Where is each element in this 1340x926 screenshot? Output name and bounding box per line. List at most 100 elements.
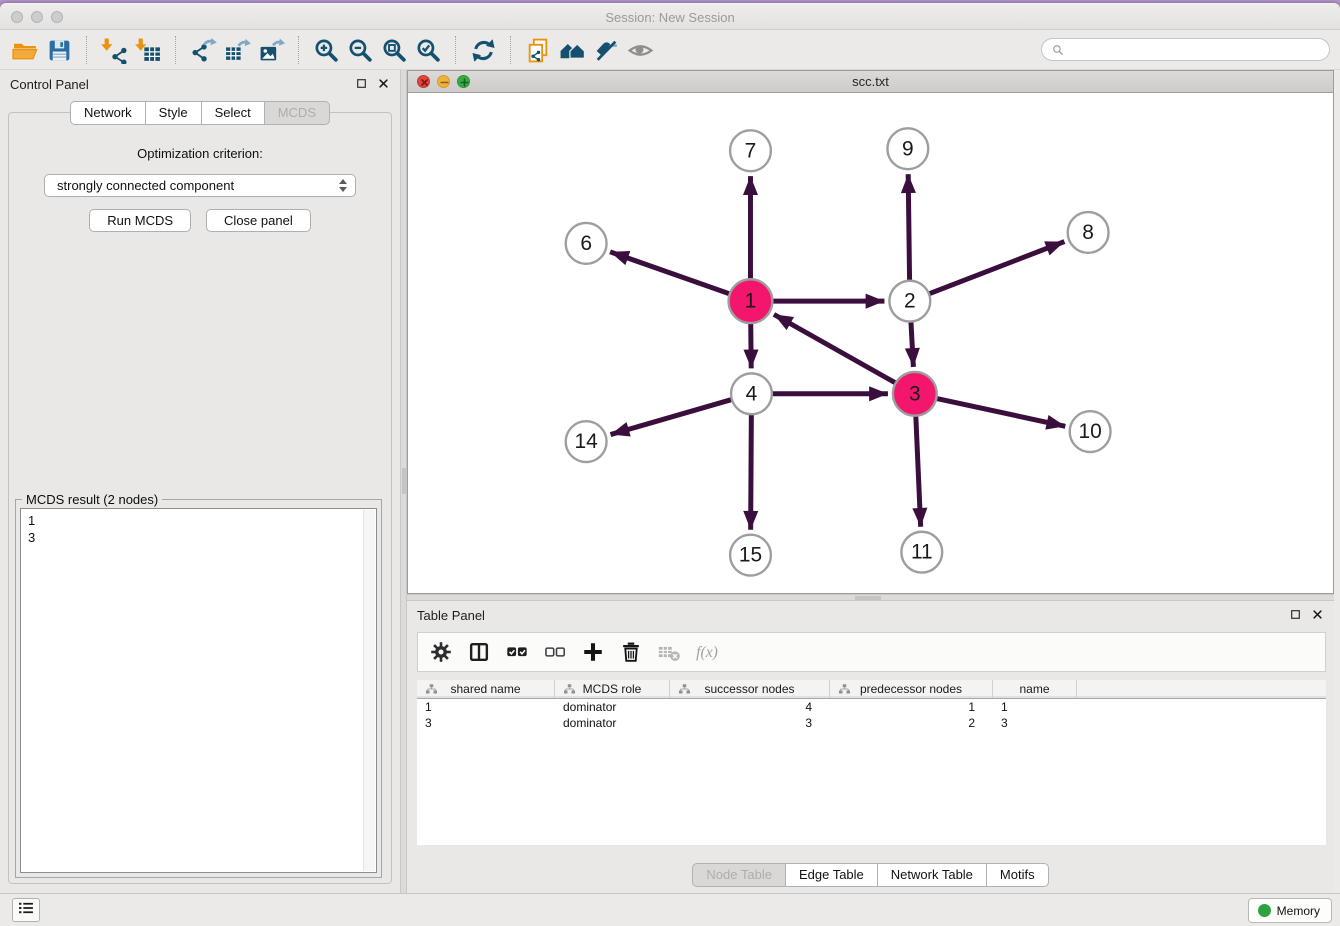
task-history-button[interactable] xyxy=(12,898,40,922)
network-canvas[interactable]: 7 9 6 8 1 2 4 3 14 10 15 11 xyxy=(408,93,1333,593)
clone-network-button[interactable] xyxy=(521,34,555,66)
tab-network-table[interactable]: Network Table xyxy=(877,863,987,887)
cell-predecessor-nodes[interactable]: 1 xyxy=(830,700,993,714)
show-graphics-details-button[interactable] xyxy=(623,34,657,66)
tab-node-table[interactable]: Node Table xyxy=(692,863,786,887)
graph-node-14[interactable]: 14 xyxy=(566,421,607,462)
graph-edge-2-8[interactable] xyxy=(910,242,1065,302)
column-header-name[interactable]: name xyxy=(993,680,1077,698)
tab-network[interactable]: Network xyxy=(70,101,146,125)
zoom-out-button[interactable] xyxy=(343,34,377,66)
cell-successor-nodes[interactable]: 3 xyxy=(670,716,830,730)
close-panel-button[interactable]: Close panel xyxy=(206,209,311,232)
import-table-button[interactable] xyxy=(131,34,165,66)
cell-shared-name[interactable]: 1 xyxy=(417,700,555,714)
graph-node-15[interactable]: 15 xyxy=(730,535,771,576)
graph-node-9[interactable]: 9 xyxy=(887,128,928,169)
export-network-button[interactable] xyxy=(186,34,220,66)
cell-mcds-role[interactable]: dominator xyxy=(555,716,670,730)
mcds-result-text[interactable]: 1 3 xyxy=(20,508,377,873)
column-header-successor-nodes[interactable]: successor nodes xyxy=(670,680,830,698)
tab-style[interactable]: Style xyxy=(145,101,202,125)
horizontal-splitter[interactable] xyxy=(407,594,1334,601)
graph-node-4[interactable]: 4 xyxy=(731,373,772,414)
table-row[interactable]: 3dominator323 xyxy=(417,715,1326,731)
close-panel-icon[interactable] xyxy=(378,78,389,89)
open-session-button[interactable] xyxy=(8,34,42,66)
table-panel-title: Table Panel xyxy=(417,608,485,623)
tab-motifs[interactable]: Motifs xyxy=(986,863,1049,887)
attribute-icon xyxy=(563,683,576,696)
close-panel-icon[interactable] xyxy=(1312,609,1323,620)
toolbar-separator xyxy=(510,36,511,64)
search-input[interactable] xyxy=(1070,42,1320,57)
table-settings-button[interactable] xyxy=(427,639,454,666)
first-neighbors-button[interactable] xyxy=(555,34,589,66)
float-panel-icon[interactable] xyxy=(1290,609,1301,620)
node-table: shared nameMCDS rolesuccessor nodesprede… xyxy=(417,680,1326,845)
network-close-button[interactable] xyxy=(417,75,430,88)
search-field[interactable] xyxy=(1041,38,1330,61)
network-minimize-button[interactable] xyxy=(437,75,450,88)
update-network-view-button[interactable] xyxy=(466,34,500,66)
zoom-fit-button[interactable] xyxy=(377,34,411,66)
graph-edge-4-14[interactable] xyxy=(611,394,752,435)
graph-node-7[interactable]: 7 xyxy=(730,130,771,171)
svg-text:3: 3 xyxy=(909,382,921,405)
search-icon xyxy=(1051,43,1065,57)
tab-select[interactable]: Select xyxy=(201,101,265,125)
tab-edge-table[interactable]: Edge Table xyxy=(785,863,878,887)
splitter-grip[interactable] xyxy=(402,468,406,494)
memory-button[interactable]: Memory xyxy=(1248,898,1332,923)
graph-node-8[interactable]: 8 xyxy=(1068,212,1109,253)
criterion-dropdown-value: strongly connected component xyxy=(57,178,234,193)
network-graph[interactable]: 7 9 6 8 1 2 4 3 14 10 15 11 xyxy=(408,93,1333,593)
vertical-splitter[interactable] xyxy=(400,70,407,893)
cell-mcds-role[interactable]: dominator xyxy=(555,700,670,714)
attribute-icon xyxy=(838,683,851,696)
cell-predecessor-nodes[interactable]: 2 xyxy=(830,716,993,730)
select-all-rows-button[interactable] xyxy=(503,639,530,666)
cell-shared-name[interactable]: 3 xyxy=(417,716,555,730)
graph-node-2[interactable]: 2 xyxy=(889,281,930,322)
column-header-shared-name[interactable]: shared name xyxy=(417,680,555,698)
table-header-row: shared nameMCDS rolesuccessor nodesprede… xyxy=(417,680,1326,699)
table-row[interactable]: 1dominator411 xyxy=(417,699,1326,715)
cell-name[interactable]: 3 xyxy=(993,716,1077,730)
import-network-button[interactable] xyxy=(97,34,131,66)
network-window-titlebar[interactable]: scc.txt xyxy=(408,71,1333,93)
main-toolbar xyxy=(0,31,1340,70)
result-scrollbar[interactable] xyxy=(363,510,375,871)
table-toolbar: f(x) xyxy=(417,632,1326,672)
delete-column-button[interactable] xyxy=(617,639,644,666)
graph-node-1[interactable]: 1 xyxy=(729,279,773,323)
save-session-button[interactable] xyxy=(42,34,76,66)
cell-successor-nodes[interactable]: 4 xyxy=(670,700,830,714)
run-mcds-button[interactable]: Run MCDS xyxy=(89,209,191,232)
memory-label: Memory xyxy=(1277,904,1320,918)
graph-node-6[interactable]: 6 xyxy=(566,223,607,264)
criterion-dropdown[interactable]: strongly connected component xyxy=(44,174,356,197)
graph-node-11[interactable]: 11 xyxy=(901,532,942,573)
svg-text:1: 1 xyxy=(745,290,757,313)
split-table-view-button[interactable] xyxy=(465,639,492,666)
cell-name[interactable]: 1 xyxy=(993,700,1077,714)
column-header-mcds-role[interactable]: MCDS role xyxy=(555,680,670,698)
column-header-predecessor-nodes[interactable]: predecessor nodes xyxy=(830,680,993,698)
zoom-selected-button[interactable] xyxy=(411,34,445,66)
main-area: Control Panel NetworkStyleSelectMCDS Opt… xyxy=(0,70,1340,893)
splitter-grip[interactable] xyxy=(855,596,881,600)
graph-node-10[interactable]: 10 xyxy=(1070,411,1111,452)
network-zoom-button[interactable] xyxy=(457,75,470,88)
tab-mcds[interactable]: MCDS xyxy=(264,101,330,125)
export-table-button[interactable] xyxy=(220,34,254,66)
float-panel-icon[interactable] xyxy=(356,78,367,89)
hide-visual-style-button[interactable] xyxy=(589,34,623,66)
zoom-in-button[interactable] xyxy=(309,34,343,66)
graph-node-3[interactable]: 3 xyxy=(893,372,937,416)
create-column-button[interactable] xyxy=(579,639,606,666)
mcds-result-title: MCDS result (2 nodes) xyxy=(22,492,162,507)
graph-edge-3-1[interactable] xyxy=(774,314,915,393)
deselect-all-rows-button[interactable] xyxy=(541,639,568,666)
export-image-button[interactable] xyxy=(254,34,288,66)
